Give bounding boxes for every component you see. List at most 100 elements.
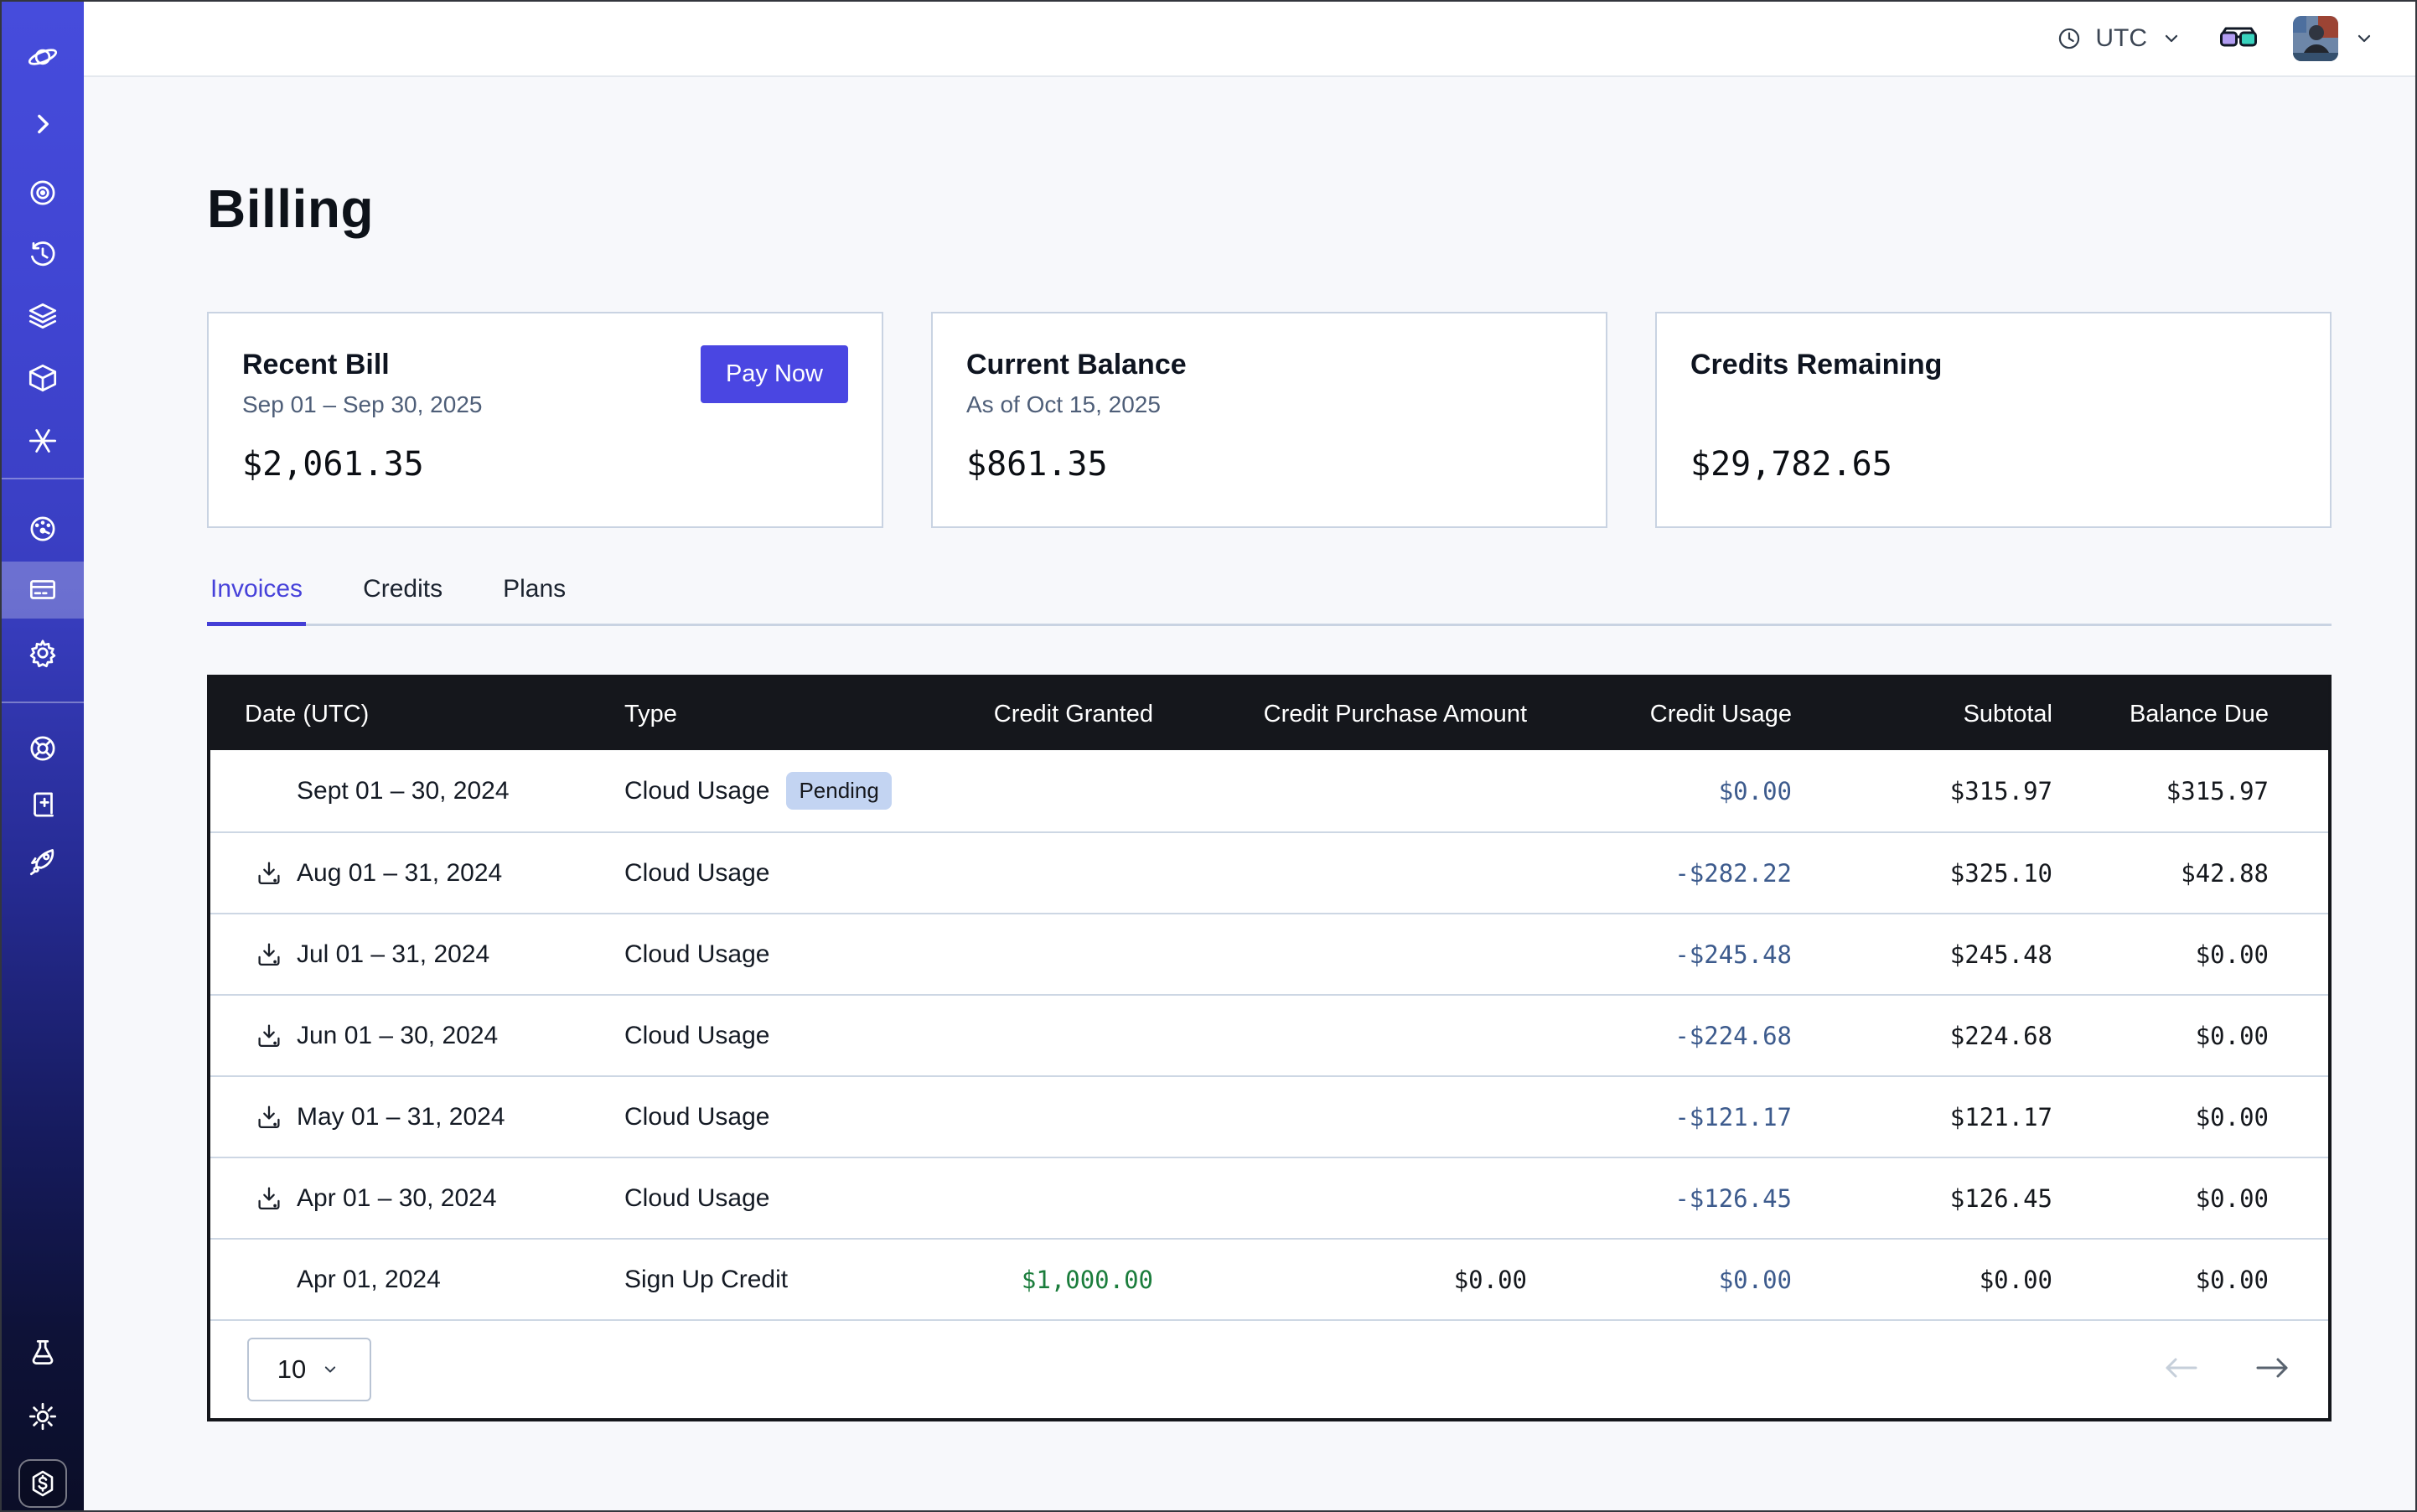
card-title: Credits Remaining: [1690, 349, 2296, 381]
download-invoice-icon[interactable]: [251, 1181, 287, 1216]
summary-cards: Recent Bill Sep 01 – Sep 30, 2025 $2,061…: [207, 312, 2332, 528]
credit-usage-value: -$282.22: [1552, 859, 1817, 888]
sidebar-item-package-icon[interactable]: [25, 360, 60, 396]
chevron-down-icon: [2352, 26, 2377, 51]
subtotal-value: $121.17: [1817, 1103, 2078, 1131]
credits-coin-button[interactable]: [18, 1459, 67, 1508]
balance-due-value: $315.97: [2078, 777, 2325, 805]
sidebar-item-billing-icon[interactable]: [25, 572, 60, 607]
tab-invoices[interactable]: Invoices: [207, 575, 306, 624]
invoice-type: Cloud Usage: [624, 1103, 769, 1131]
invoice-type: Cloud Usage: [624, 1022, 769, 1050]
invoice-date: Jul 01 – 31, 2024: [297, 940, 489, 969]
col-header-credit-purchase-amount: Credit Purchase Amount: [1178, 701, 1552, 728]
credit-usage-value: -$224.68: [1552, 1022, 1817, 1050]
invoice-date: Jun 01 – 30, 2024: [297, 1022, 498, 1050]
clock-icon: [2055, 24, 2083, 53]
tab-credits[interactable]: Credits: [360, 575, 446, 624]
download-invoice-icon: [251, 774, 287, 809]
coin-dollar-icon: [26, 1467, 60, 1500]
balance-due-value: $0.00: [2078, 1022, 2325, 1050]
sidebar-item-lifebuoy-icon[interactable]: [25, 731, 60, 766]
arrow-left-icon: [2162, 1353, 2199, 1383]
credit-granted-value: $1,000.00: [924, 1266, 1178, 1294]
page-size-select[interactable]: 10: [247, 1338, 371, 1401]
sidebar-item-layers-icon[interactable]: [25, 298, 60, 334]
table-row: Jul 01 – 31, 2024 Cloud Usage -$245.48 $…: [210, 913, 2328, 994]
table-row: Apr 01, 2024 Sign Up Credit $1,000.00 $0…: [210, 1238, 2328, 1319]
balance-due-value: $0.00: [2078, 1103, 2325, 1131]
invoice-type: Cloud Usage: [624, 940, 769, 969]
col-header-balance-due: Balance Due: [2078, 701, 2325, 728]
sidebar-item-radar-icon[interactable]: [25, 175, 60, 210]
status-badge: Pending: [786, 772, 891, 810]
col-header-type: Type: [590, 701, 924, 728]
col-header-date: Date (UTC): [210, 701, 590, 728]
subtotal-value: $315.97: [1817, 777, 2078, 805]
balance-due-value: $0.00: [2078, 1184, 2325, 1213]
sidebar-item-sun-icon[interactable]: [25, 1399, 60, 1434]
sidebar-item-gauge-icon[interactable]: [25, 511, 60, 546]
credit-usage-value: $0.00: [1552, 1266, 1817, 1294]
current-balance-amount: $861.35: [966, 445, 1572, 484]
sidebar-collapse-chevron-icon[interactable]: [25, 106, 60, 142]
chevron-down-icon: [319, 1359, 341, 1380]
sidebar-item-settings-gear-icon[interactable]: [25, 635, 60, 671]
topbar: UTC: [84, 2, 2415, 77]
previous-page-button[interactable]: [2162, 1353, 2199, 1387]
credit-usage-value: -$121.17: [1552, 1103, 1817, 1131]
goggles-icon: [2219, 25, 2258, 52]
page-size-value: 10: [277, 1354, 306, 1385]
table-row: May 01 – 31, 2024 Cloud Usage -$121.17 $…: [210, 1075, 2328, 1157]
invoice-date: Aug 01 – 31, 2024: [297, 859, 502, 888]
sidebar-item-history-clock-icon[interactable]: [25, 236, 60, 272]
table-row: Jun 01 – 30, 2024 Cloud Usage -$224.68 $…: [210, 994, 2328, 1075]
arrow-right-icon: [2254, 1353, 2291, 1383]
balance-due-value: $0.00: [2078, 940, 2325, 969]
subtotal-value: $325.10: [1817, 859, 2078, 888]
user-menu[interactable]: [2293, 16, 2377, 61]
pay-now-button[interactable]: Pay Now: [701, 345, 848, 403]
invoices-table: Date (UTC) Type Credit Granted Credit Pu…: [207, 675, 2332, 1421]
goggles-button[interactable]: [2219, 25, 2258, 52]
download-invoice-icon[interactable]: [251, 856, 287, 891]
credit-usage-value: -$245.48: [1552, 940, 1817, 969]
tab-plans[interactable]: Plans: [499, 575, 569, 624]
credit-purchase-amount-value: $0.00: [1178, 1266, 1552, 1294]
timezone-selector[interactable]: UTC: [2055, 24, 2184, 53]
col-header-subtotal: Subtotal: [1817, 701, 2078, 728]
col-header-credit-granted: Credit Granted: [924, 701, 1178, 728]
card-title: Current Balance: [966, 349, 1572, 381]
table-row: Sept 01 – 30, 2024 Cloud Usage Pending $…: [210, 750, 2328, 831]
next-page-button[interactable]: [2254, 1353, 2291, 1387]
sidebar-item-asterisk-icon[interactable]: [25, 423, 60, 458]
page-title: Billing: [207, 79, 2332, 240]
sidebar-divider: [2, 478, 84, 479]
invoice-type: Sign Up Credit: [624, 1266, 788, 1294]
subtotal-value: $0.00: [1817, 1266, 2078, 1294]
sidebar-item-book-sparkle-icon[interactable]: [25, 787, 60, 822]
subtotal-value: $245.48: [1817, 940, 2078, 969]
recent-bill-amount: $2,061.35: [242, 445, 848, 484]
download-invoice-icon[interactable]: [251, 1100, 287, 1135]
balance-due-value: $42.88: [2078, 859, 2325, 888]
subtotal-value: $126.45: [1817, 1184, 2078, 1213]
invoice-type: Cloud Usage: [624, 1184, 769, 1213]
recent-bill-card: Recent Bill Sep 01 – Sep 30, 2025 $2,061…: [207, 312, 883, 528]
table-row: Apr 01 – 30, 2024 Cloud Usage -$126.45 $…: [210, 1157, 2328, 1238]
sidebar-divider: [2, 702, 84, 703]
invoice-type: Cloud Usage: [624, 777, 769, 805]
subtotal-value: $224.68: [1817, 1022, 2078, 1050]
credit-usage-value: -$126.45: [1552, 1184, 1817, 1213]
invoice-date: May 01 – 31, 2024: [297, 1103, 505, 1131]
download-invoice-icon: [251, 1262, 287, 1297]
sidebar-item-flask-icon[interactable]: [25, 1335, 60, 1370]
sidebar-item-rocket-icon[interactable]: [25, 843, 60, 878]
download-invoice-icon[interactable]: [251, 937, 287, 972]
invoice-date: Apr 01 – 30, 2024: [297, 1184, 497, 1213]
planet-logo-icon: [25, 39, 60, 75]
download-invoice-icon[interactable]: [251, 1018, 287, 1054]
card-subtitle: [1690, 391, 2296, 420]
current-balance-card: Current Balance As of Oct 15, 2025 $861.…: [931, 312, 1607, 528]
main-content: Billing Recent Bill Sep 01 – Sep 30, 202…: [84, 79, 2415, 1510]
